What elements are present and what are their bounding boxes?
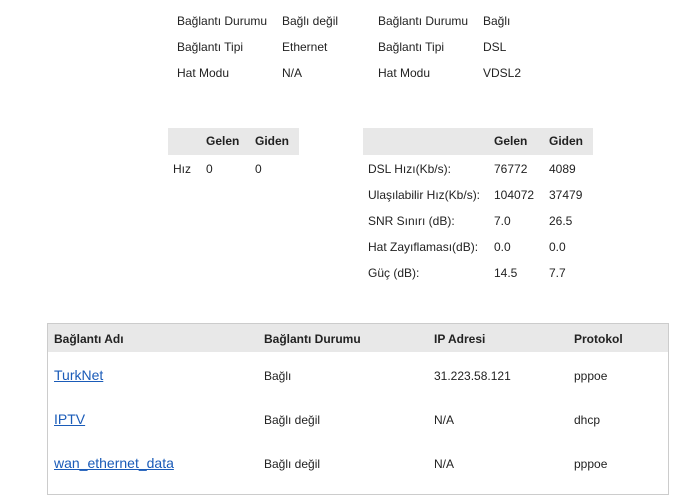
cell-ip: N/A xyxy=(434,413,455,427)
table-header: Bağlantı Adı Bağlantı Durumu IP Adresi P… xyxy=(48,324,668,352)
column-header-protocol: Protokol xyxy=(574,332,623,346)
cell-in: 0 xyxy=(206,162,213,176)
wan-connections-table: Bağlantı Adı Bağlantı Durumu IP Adresi P… xyxy=(47,323,669,495)
cell-in: 76772 xyxy=(494,162,528,176)
cell-out: 26.5 xyxy=(549,214,573,228)
cell-in: 7.0 xyxy=(494,214,511,228)
status-label: Bağlantı Durumu xyxy=(177,14,268,28)
connection-link-wan-ethernet-data[interactable]: wan_ethernet_data xyxy=(54,455,174,471)
status-value: VDSL2 xyxy=(483,66,522,80)
column-header: Giden xyxy=(255,134,290,148)
status-value: Bağlı değil xyxy=(282,14,339,28)
row-label: Hat Zayıflaması(dB): xyxy=(368,240,479,254)
status-label: Hat Modu xyxy=(177,66,230,80)
cell-status: Bağlı xyxy=(264,369,292,383)
status-value: Ethernet xyxy=(282,40,328,54)
status-label: Bağlantı Tipi xyxy=(177,40,244,54)
cell-status: Bağlı değil xyxy=(264,457,321,471)
cell-protocol: pppoe xyxy=(574,457,608,471)
cell-out: 7.7 xyxy=(549,266,566,280)
cell-protocol: pppoe xyxy=(574,369,608,383)
status-value: Bağlı xyxy=(483,14,511,28)
cell-ip: 31.223.58.121 xyxy=(434,369,511,383)
cell-protocol: dhcp xyxy=(574,413,601,427)
status-value: DSL xyxy=(483,40,507,54)
row-label: DSL Hızı(Kb/s): xyxy=(368,162,451,176)
status-label: Bağlantı Tipi xyxy=(378,40,445,54)
cell-in: 104072 xyxy=(494,188,535,202)
status-label: Hat Modu xyxy=(378,66,431,80)
column-header: Gelen xyxy=(494,134,528,148)
status-label: Bağlantı Durumu xyxy=(378,14,469,28)
cell-status: Bağlı değil xyxy=(264,413,321,427)
row-label: Güç (dB): xyxy=(368,266,420,280)
cell-out: 0 xyxy=(255,162,262,176)
connection-link-iptv[interactable]: IPTV xyxy=(54,411,85,427)
cell-in: 0.0 xyxy=(494,240,511,254)
row-label: Ulaşılabilir Hız(Kb/s): xyxy=(368,188,481,202)
row-label: Hız xyxy=(173,162,191,176)
connection-link-turknet[interactable]: TurkNet xyxy=(54,367,103,383)
cell-ip: N/A xyxy=(434,457,455,471)
cell-out: 37479 xyxy=(549,188,583,202)
column-header-status: Bağlantı Durumu xyxy=(264,332,361,346)
column-header: Giden xyxy=(549,134,584,148)
row-label: SNR Sınırı (dB): xyxy=(368,214,455,228)
column-header-name: Bağlantı Adı xyxy=(54,332,124,346)
column-header: Gelen xyxy=(206,134,240,148)
cell-out: 4089 xyxy=(549,162,576,176)
column-header-ip: IP Adresi xyxy=(434,332,486,346)
cell-in: 14.5 xyxy=(494,266,518,280)
cell-out: 0.0 xyxy=(549,240,566,254)
status-value: N/A xyxy=(282,66,303,80)
